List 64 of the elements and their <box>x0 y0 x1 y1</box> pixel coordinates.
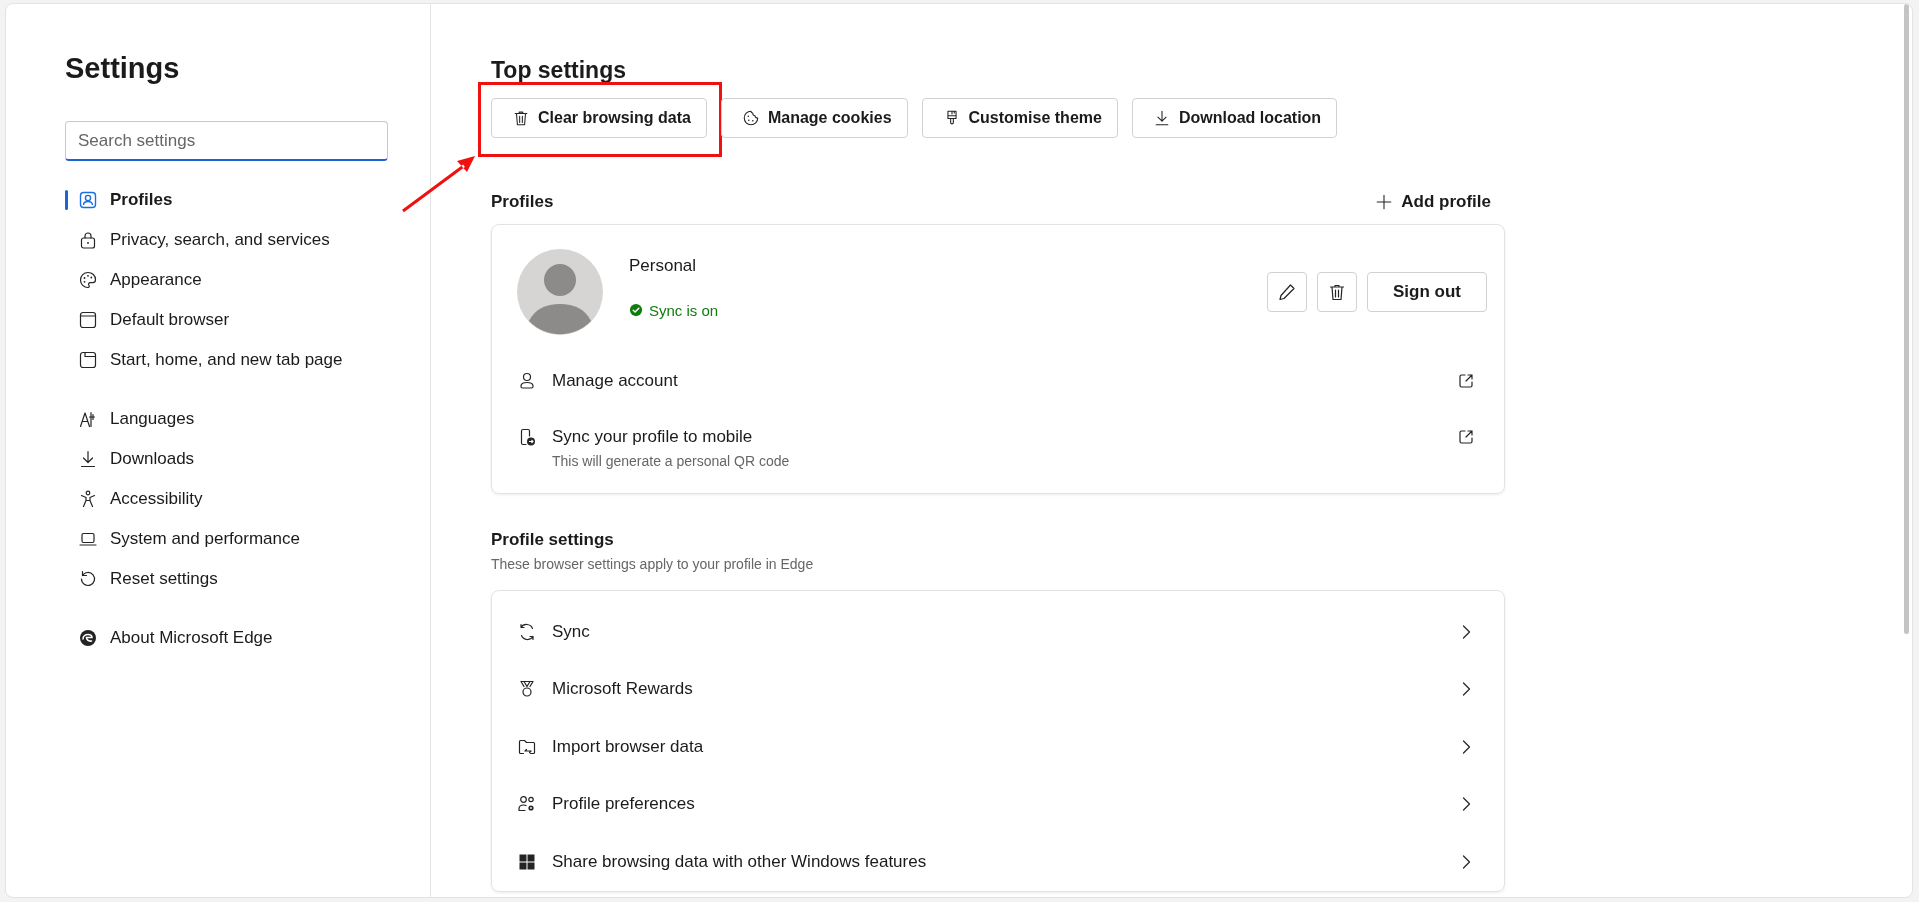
profile-row[interactable]: Manage account <box>492 353 1504 409</box>
trash-icon <box>512 109 530 127</box>
settings-row[interactable]: Microsoft Rewards <box>492 660 1504 718</box>
top-setting-button[interactable]: Manage cookies <box>720 98 908 138</box>
settings-row[interactable]: Sync <box>492 603 1504 661</box>
search-field[interactable]: Search settings <box>65 121 388 161</box>
scrollbar-thumb[interactable] <box>1903 4 1909 634</box>
settings-row[interactable]: Share browsing data with other Windows features <box>492 833 1504 891</box>
trash-icon <box>1327 282 1347 302</box>
section-heading: Profiles <box>491 192 554 212</box>
reset-icon <box>78 569 98 589</box>
trophy-icon <box>517 679 537 700</box>
top-setting-button[interactable]: Download location <box>1131 98 1338 138</box>
delete-button[interactable] <box>1317 272 1357 312</box>
sidebar-item[interactable]: System and performance <box>65 519 430 559</box>
section-heading: Top settings <box>491 57 627 84</box>
lock-icon <box>78 230 98 250</box>
settings-row[interactable]: Profile preferences <box>492 775 1504 833</box>
person-icon <box>517 371 537 391</box>
check-circle-icon <box>629 303 643 317</box>
row-label: Profile preferences <box>552 794 696 815</box>
section-subtitle: These browser settings apply to your profile in Edge <box>491 556 815 572</box>
row-label: Sync <box>552 621 591 642</box>
row-label: Microsoft Rewards <box>552 679 694 700</box>
sidebar-item[interactable]: Downloads <box>65 439 430 479</box>
external-link-icon <box>1456 371 1476 391</box>
top-setting-button[interactable]: Clear browsing data <box>491 98 707 138</box>
pencil-icon <box>1277 282 1297 302</box>
language-icon <box>78 409 98 429</box>
sidebar-item[interactable]: Accessibility <box>65 479 430 519</box>
sign-out-button[interactable]: Sign out <box>1367 272 1487 312</box>
download-icon <box>78 449 98 469</box>
top-setting-button[interactable]: Customise theme <box>921 98 1118 138</box>
row-label: Share browsing data with other Windows features <box>552 851 928 872</box>
row-label: Manage account <box>552 371 679 391</box>
sidebar-item[interactable]: About Microsoft Edge <box>65 618 430 658</box>
plus-icon <box>1375 193 1394 211</box>
page-icon <box>78 350 98 370</box>
profile-row[interactable]: Sync your profile to mobile This will generate a personal QR code <box>492 409 1504 493</box>
sync-status: Sync is on <box>649 301 719 319</box>
sidebar-item[interactable]: Appearance <box>65 260 430 300</box>
settings-row[interactable]: Import browser data <box>492 718 1504 776</box>
sidebar-item[interactable]: Default browser <box>65 300 430 340</box>
add-profile-button[interactable]: Add profile <box>1375 192 1505 212</box>
sync-icon <box>517 621 537 642</box>
sidebar-item[interactable]: Privacy, search, and services <box>65 220 430 260</box>
settings-title: Settings <box>65 52 181 85</box>
accessibility-icon <box>78 489 98 509</box>
edit-button[interactable] <box>1267 272 1307 312</box>
row-label: Import browser data <box>552 736 705 757</box>
browser-window-icon <box>78 310 98 330</box>
sidebar-item[interactable]: Languages <box>65 399 430 439</box>
row-description: This will generate a personal QR code <box>552 453 791 469</box>
section-heading: Profile settings <box>491 530 615 550</box>
sidebar-item[interactable]: Profiles <box>65 180 430 220</box>
palette-icon <box>78 270 98 290</box>
profile-icon <box>78 190 98 210</box>
sidebar-item[interactable]: Reset settings <box>65 559 430 599</box>
profile-name: Personal <box>629 255 698 276</box>
sidebar-item[interactable]: Start, home, and new tab page <box>65 340 430 380</box>
cookie-icon <box>741 109 760 127</box>
external-link-icon <box>1456 427 1476 447</box>
row-label: Sync your profile to mobile <box>552 427 754 447</box>
edge-logo-icon <box>78 628 98 648</box>
